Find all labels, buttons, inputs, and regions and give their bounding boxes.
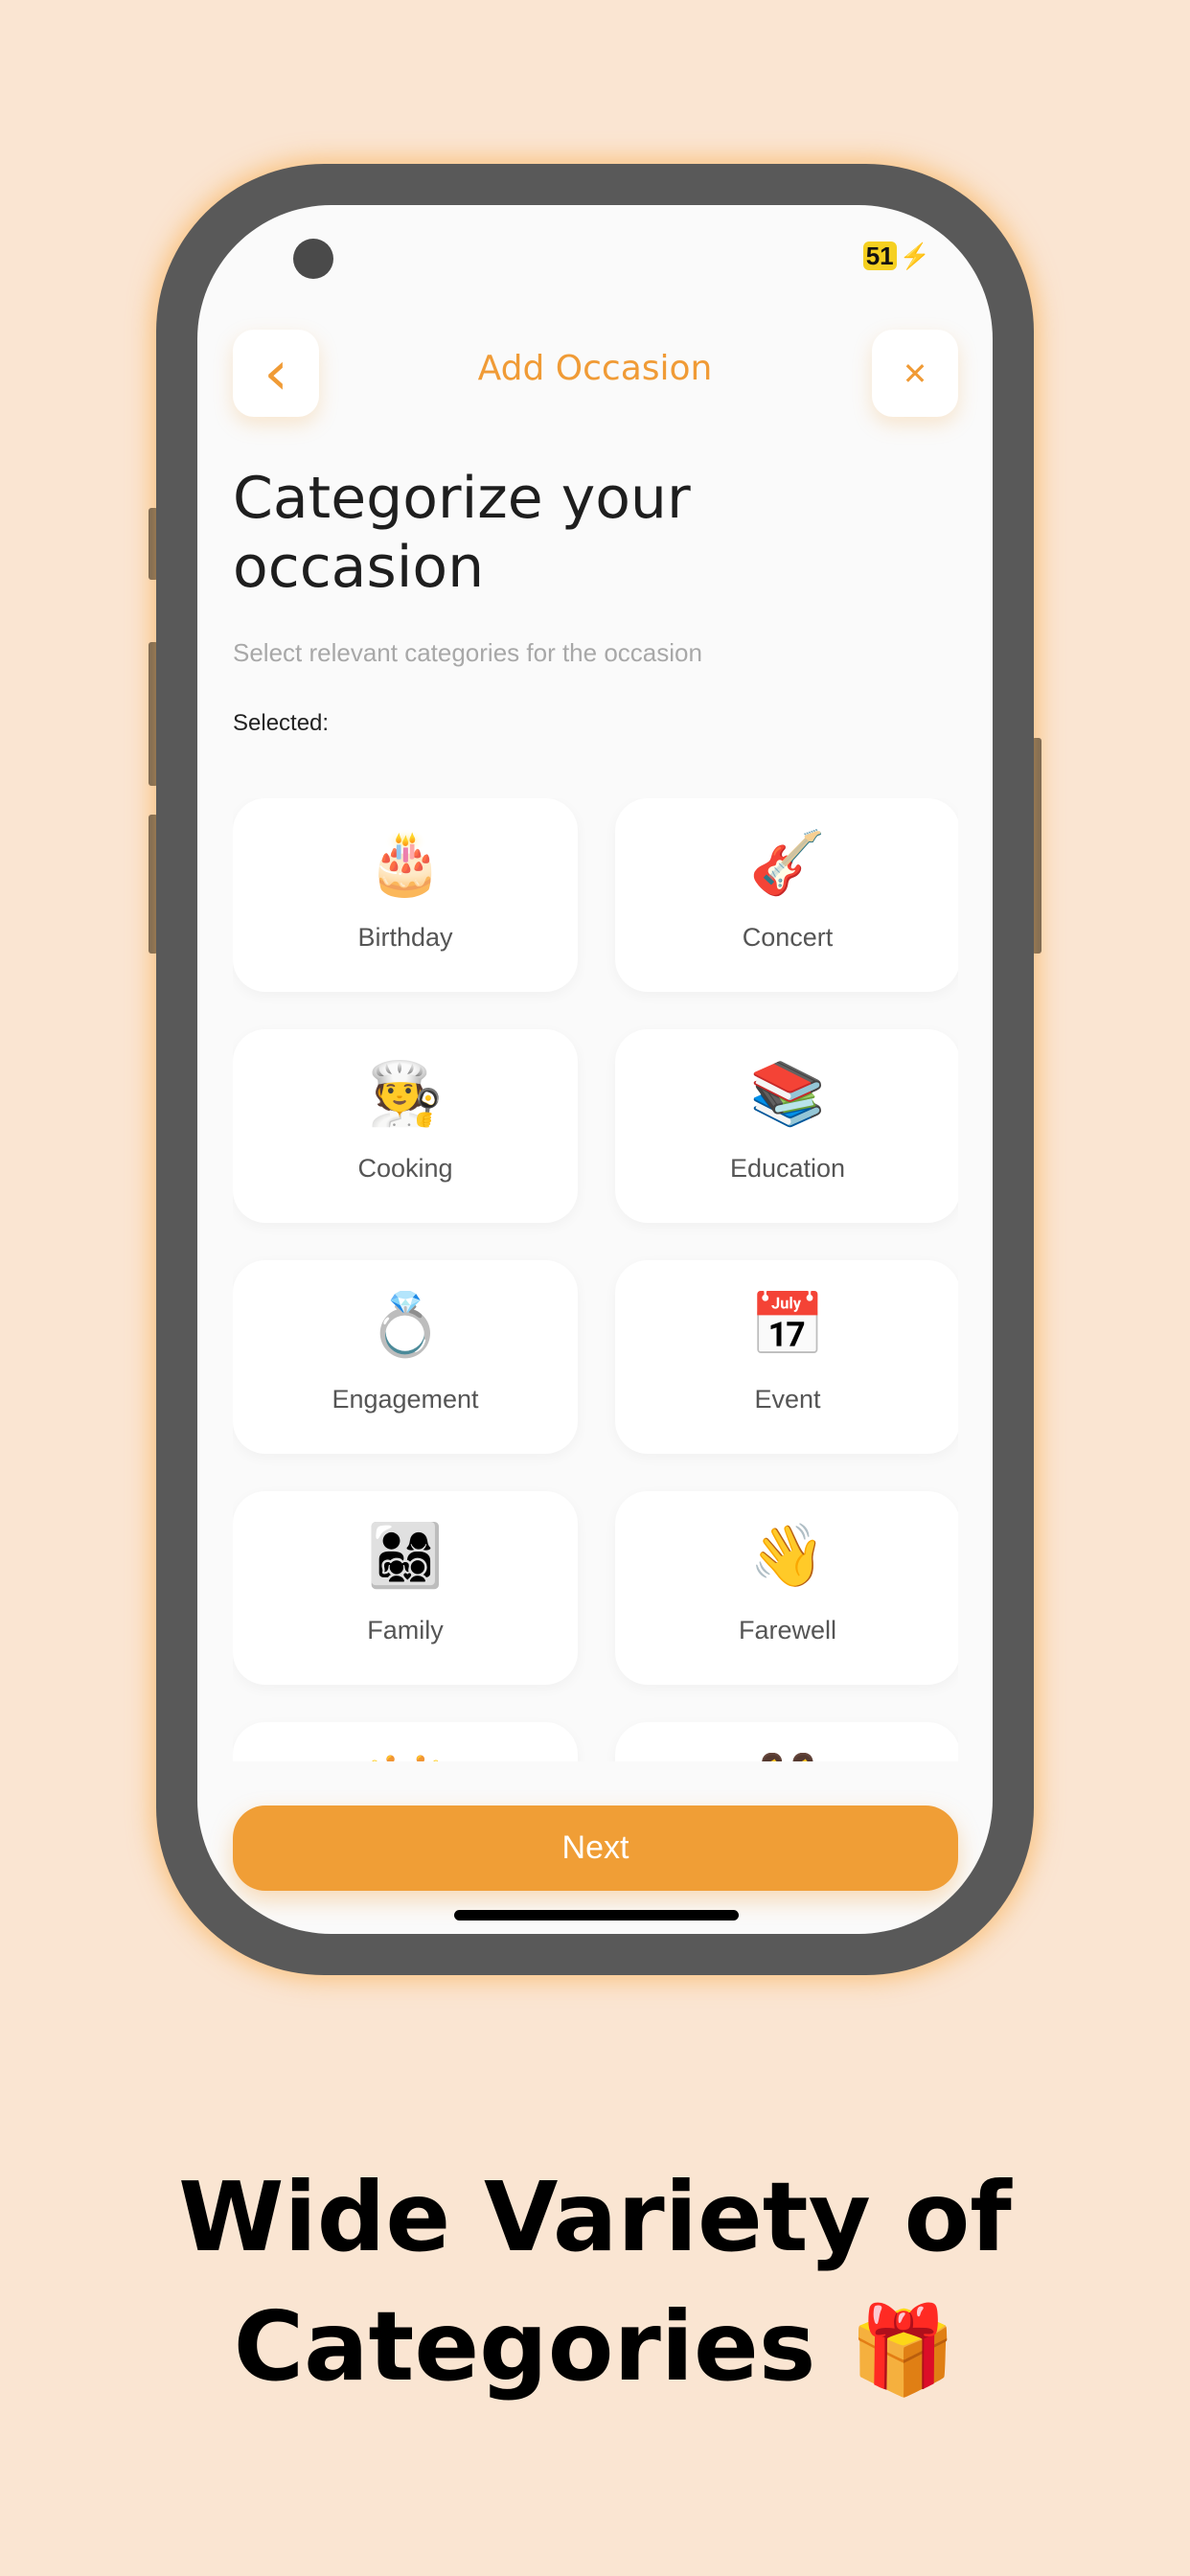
close-icon: ✕ [902,355,928,392]
battery-level: 51 [862,242,897,270]
category-card[interactable]: 🧑‍🍳 Cooking [233,1029,578,1223]
category-card[interactable]: 🎸 Concert [615,798,958,992]
category-icon: 📅 [749,1290,826,1361]
camera-cutout [293,239,333,279]
category-grid: 🎂 Birthday 🎸 Concert 🧑‍🍳 Cooking 📚 Education 💍 En… [233,798,958,1761]
category-card[interactable]: 👭 [615,1722,958,1761]
close-button[interactable]: ✕ [872,330,958,417]
category-card[interactable]: 👑 [233,1722,578,1761]
category-card[interactable]: 👋 Farewell [615,1491,958,1685]
category-card[interactable]: 📚 Education [615,1029,958,1223]
home-indicator [454,1910,739,1920]
category-card[interactable]: 💍 Engagement [233,1260,578,1454]
category-icon: 🧑‍🍳 [367,1059,444,1130]
category-card[interactable]: 📅 Event [615,1260,958,1454]
category-icon: 👋 [749,1521,826,1592]
subtitle: Select relevant categories for the occas… [233,638,702,667]
category-label: Engagement [332,1385,479,1414]
next-button[interactable]: Next [233,1806,958,1891]
category-label: Family [367,1616,444,1644]
category-label: Education [729,1154,846,1183]
battery-indicator: 51 ⚡ [862,242,933,271]
category-icon: 🎸 [749,828,826,899]
category-label: Birthday [357,923,453,952]
category-icon: 📚 [749,1059,826,1130]
category-label: Event [754,1385,821,1414]
app-screen: 51 ⚡ ‹ Add Occasion ✕ Categorize your occa… [197,205,993,1934]
category-icon: 🎂 [367,828,444,899]
heading-line-1: Categorize your [233,465,691,532]
category-label: Concert [742,923,834,952]
charging-icon: ⚡ [899,242,930,270]
gift-icon: 🎁 [849,2300,957,2401]
selected-label: Selected: [233,710,330,736]
category-icon: 💍 [367,1290,444,1361]
caption-line-2: Categories 🎁 [0,2290,1190,2403]
category-icon: 👨‍👩‍👧‍👦 [367,1521,444,1592]
category-card[interactable]: 🎂 Birthday [233,798,578,992]
category-card[interactable]: 👨‍👩‍👧‍👦 Family [233,1491,578,1685]
caption-text: Categories [233,2290,816,2403]
heading-line-2: occasion [233,534,485,601]
category-icon: 👭 [615,1749,958,1761]
category-label: Farewell [738,1616,837,1644]
caption-line-1: Wide Variety of [178,2161,1012,2273]
category-label: Cooking [357,1154,453,1183]
category-icon: 👑 [233,1749,578,1761]
heading: Categorize your occasion [233,464,691,602]
